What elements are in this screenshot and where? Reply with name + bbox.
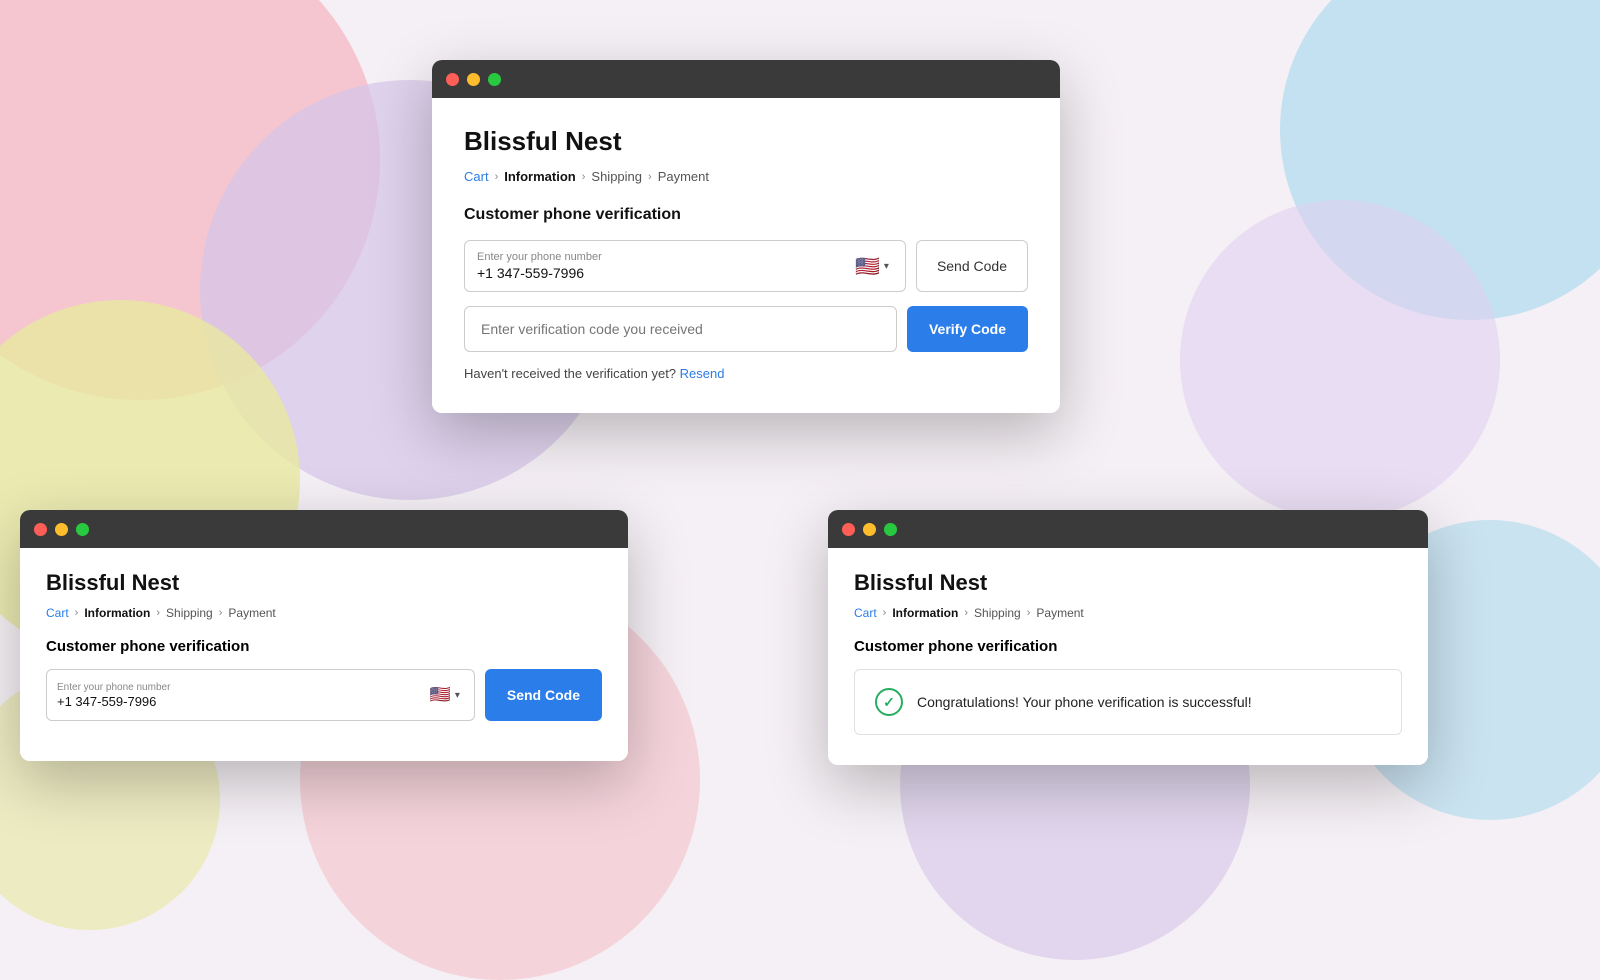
bl-send-code-button[interactable]: Send Code — [485, 669, 602, 721]
chevron-down-icon: ▾ — [884, 261, 889, 272]
bottom-left-titlebar — [20, 510, 628, 548]
br-sep-3: › — [1027, 607, 1031, 619]
br-breadcrumb-shipping: Shipping — [974, 606, 1021, 620]
phone-input-label: Enter your phone number — [477, 251, 855, 263]
bl-sep-3: › — [219, 607, 223, 619]
verify-code-input[interactable] — [464, 306, 897, 352]
bl-maximize-button[interactable] — [76, 523, 89, 536]
br-breadcrumb-cart[interactable]: Cart — [854, 606, 877, 620]
br-section-title: Customer phone verification — [854, 638, 1402, 655]
breadcrumb-sep-1: › — [495, 171, 499, 183]
breadcrumb-payment: Payment — [658, 169, 709, 184]
app-title: Blissful Nest — [464, 126, 1028, 157]
resend-text-wrap: Haven't received the verification yet? R… — [464, 366, 1028, 381]
br-maximize-button[interactable] — [884, 523, 897, 536]
success-message: Congratulations! Your phone verification… — [917, 694, 1252, 710]
breadcrumb-sep-3: › — [648, 171, 652, 183]
br-sep-1: › — [883, 607, 887, 619]
success-box: ✓ Congratulations! Your phone verificati… — [854, 669, 1402, 735]
bl-breadcrumb-payment: Payment — [228, 606, 275, 620]
br-minimize-button[interactable] — [863, 523, 876, 536]
close-button[interactable] — [446, 73, 459, 86]
phone-input-value: +1 347-559-7996 — [477, 265, 855, 281]
bl-phone-input-wrap[interactable]: Enter your phone number +1 347-559-7996 … — [46, 669, 475, 721]
resend-link[interactable]: Resend — [680, 366, 725, 381]
bottom-right-titlebar — [828, 510, 1428, 548]
verify-code-button[interactable]: Verify Code — [907, 306, 1028, 352]
br-breadcrumb-info: Information — [892, 606, 958, 620]
bl-sep-1: › — [75, 607, 79, 619]
bl-flag-wrap[interactable]: 🇺🇸 ▾ — [430, 685, 464, 705]
phone-row: Enter your phone number +1 347-559-7996 … — [464, 240, 1028, 292]
bl-app-title: Blissful Nest — [46, 570, 602, 596]
bl-breadcrumb-shipping: Shipping — [166, 606, 213, 620]
phone-input-wrap[interactable]: Enter your phone number +1 347-559-7996 … — [464, 240, 906, 292]
bl-phone-label: Enter your phone number — [57, 682, 430, 693]
bl-section-title: Customer phone verification — [46, 638, 602, 655]
main-window: Blissful Nest Cart › Information › Shipp… — [432, 60, 1060, 413]
bottom-right-window: Blissful Nest Cart › Information › Shipp… — [828, 510, 1428, 765]
bl-close-button[interactable] — [34, 523, 47, 536]
bl-chevron-icon: ▾ — [455, 690, 460, 701]
br-breadcrumb: Cart › Information › Shipping › Payment — [854, 606, 1402, 620]
main-titlebar — [432, 60, 1060, 98]
flag-icon: 🇺🇸 — [855, 254, 880, 279]
bl-minimize-button[interactable] — [55, 523, 68, 536]
bottom-left-window: Blissful Nest Cart › Information › Shipp… — [20, 510, 628, 761]
bl-breadcrumb: Cart › Information › Shipping › Payment — [46, 606, 602, 620]
verify-row: Verify Code — [464, 306, 1028, 352]
breadcrumb-information: Information — [504, 169, 576, 184]
success-icon: ✓ — [875, 688, 903, 716]
bl-breadcrumb-info: Information — [84, 606, 150, 620]
minimize-button[interactable] — [467, 73, 480, 86]
section-title: Customer phone verification — [464, 206, 1028, 224]
resend-static-text: Haven't received the verification yet? — [464, 366, 676, 381]
send-code-button[interactable]: Send Code — [916, 240, 1028, 292]
phone-flag-wrap[interactable]: 🇺🇸 ▾ — [855, 254, 893, 279]
breadcrumb-cart[interactable]: Cart — [464, 169, 489, 184]
br-breadcrumb-payment: Payment — [1036, 606, 1083, 620]
br-close-button[interactable] — [842, 523, 855, 536]
breadcrumb: Cart › Information › Shipping › Payment — [464, 169, 1028, 184]
breadcrumb-shipping: Shipping — [591, 169, 642, 184]
br-app-title: Blissful Nest — [854, 570, 1402, 596]
bg-circle-blue-top — [1280, 0, 1600, 320]
breadcrumb-sep-2: › — [582, 171, 586, 183]
bl-sep-2: › — [156, 607, 160, 619]
checkmark-icon: ✓ — [883, 694, 895, 711]
bl-flag-icon: 🇺🇸 — [430, 685, 451, 705]
bl-phone-value: +1 347-559-7996 — [57, 694, 430, 709]
bg-circle-pink — [0, 0, 380, 400]
bg-circle-lavender — [1180, 200, 1500, 520]
bl-breadcrumb-cart[interactable]: Cart — [46, 606, 69, 620]
bl-phone-row: Enter your phone number +1 347-559-7996 … — [46, 669, 602, 721]
br-sep-2: › — [964, 607, 968, 619]
maximize-button[interactable] — [488, 73, 501, 86]
